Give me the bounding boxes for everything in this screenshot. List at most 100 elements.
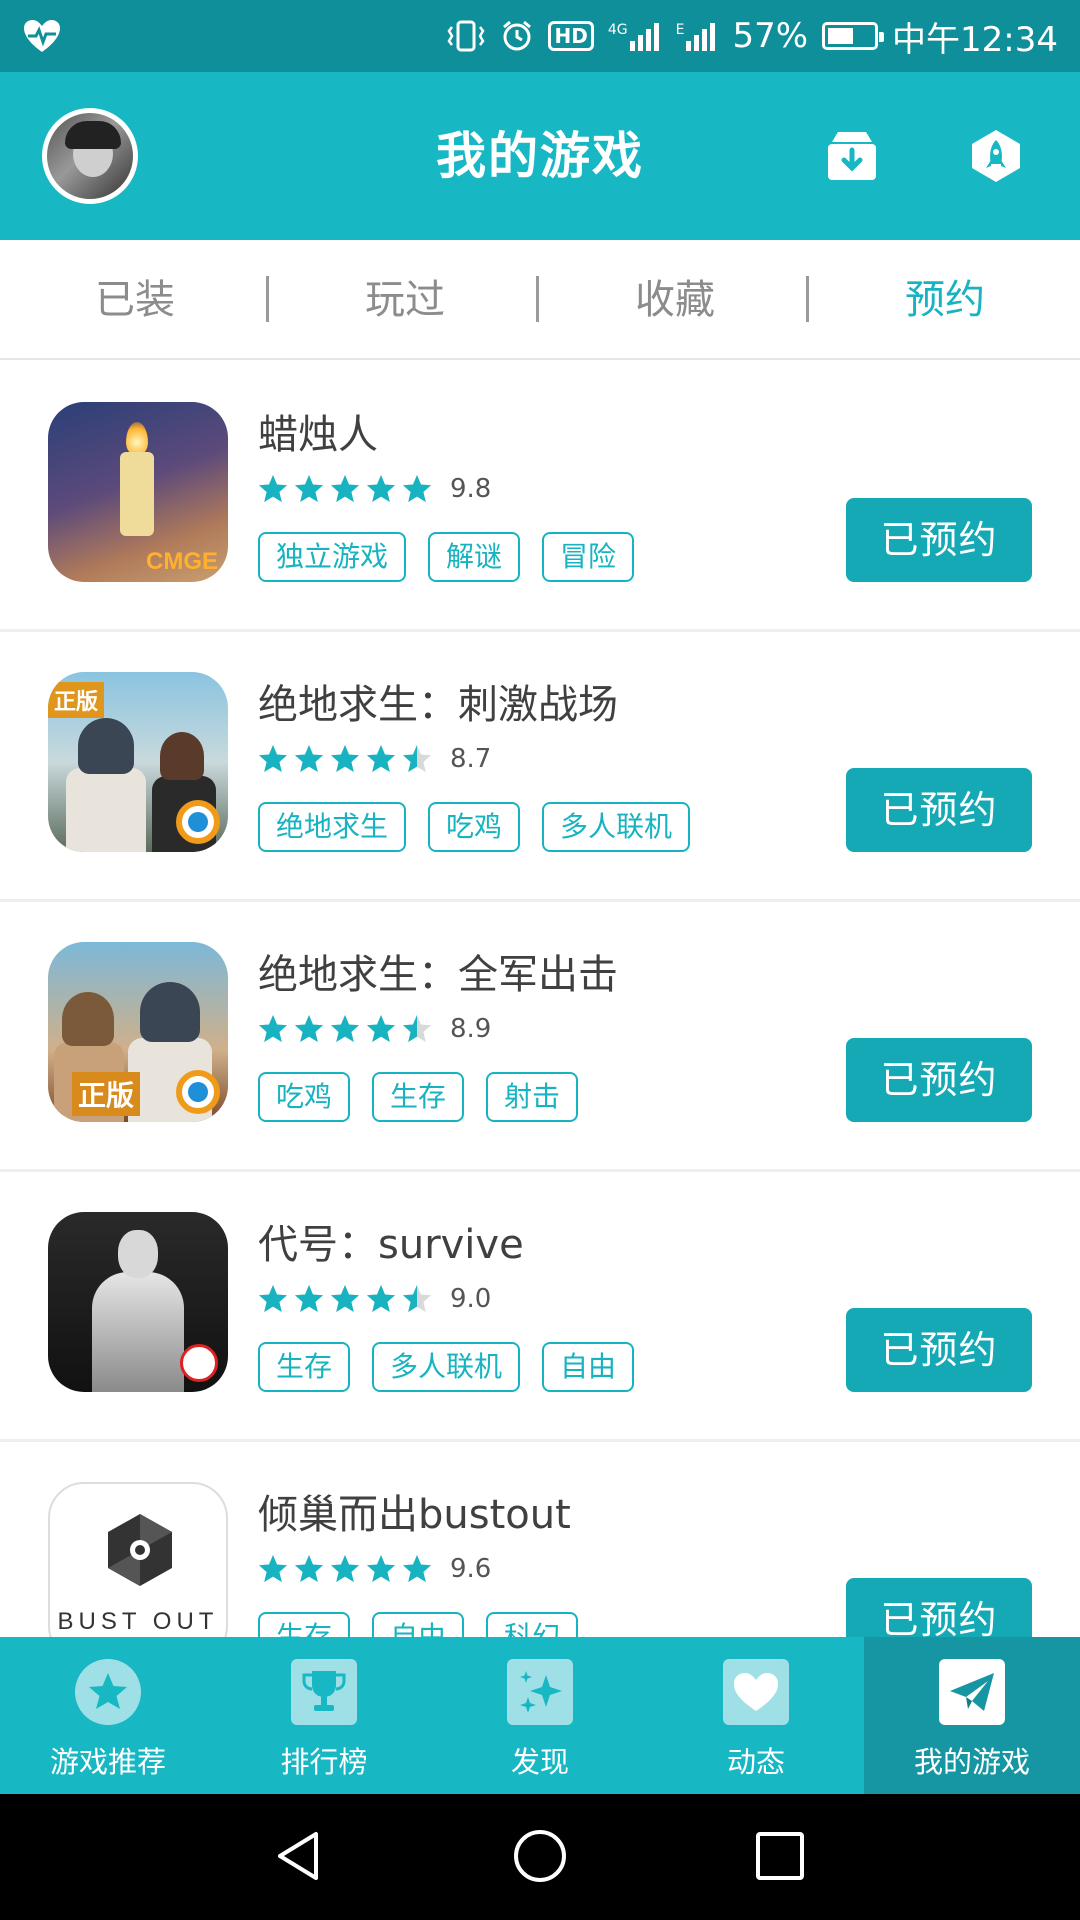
nav-label: 我的游戏 [913, 1745, 1030, 1779]
nav-label: 动态 [726, 1745, 785, 1779]
star-full-icon [331, 1285, 359, 1312]
publisher-logo: CMGE [146, 548, 218, 575]
icon-figure [66, 768, 146, 852]
tag[interactable]: 多人联机 [542, 802, 691, 852]
nav-label: 游戏推荐 [49, 1745, 166, 1779]
reserved-button[interactable]: 已预约 [846, 1038, 1032, 1122]
rocket-icon[interactable] [968, 128, 1024, 184]
tag[interactable]: 多人联机 [372, 1342, 521, 1392]
game-name[interactable]: 绝地求生：全军出击 [258, 942, 618, 1000]
game-icon-pubg-exhilarating[interactable]: 正版 [48, 942, 228, 1122]
vibrate-icon [446, 19, 486, 53]
tab-installed[interactable]: 已装 [0, 240, 270, 360]
rating-score: 9.0 [450, 1284, 492, 1314]
back-triangle-icon[interactable] [272, 1828, 328, 1884]
star-full-icon [259, 1555, 287, 1582]
tag[interactable]: 自由 [542, 1342, 635, 1392]
tab-divider [266, 276, 269, 322]
rating-score: 8.9 [450, 1014, 492, 1044]
official-badge: 正版 [48, 682, 105, 718]
star-rating [258, 474, 438, 504]
tag[interactable]: 吃鸡 [258, 1072, 351, 1122]
game-icon-bustout[interactable]: BUST OUT [48, 1482, 228, 1637]
hd-badge: HD [548, 21, 594, 51]
reserved-button[interactable]: 已预约 [846, 768, 1032, 852]
game-icon-survive[interactable] [48, 1212, 228, 1392]
list-item[interactable]: 正版 绝地求生：全军出击 8.9 吃鸡 生存 射击 已预约 [0, 902, 1080, 1172]
star-full-icon [367, 475, 395, 502]
game-name[interactable]: 代号：survive [258, 1212, 524, 1270]
star-rating [258, 1014, 438, 1044]
recents-square-icon[interactable] [752, 1828, 808, 1884]
tag[interactable]: 自由 [372, 1612, 465, 1637]
star-rating [258, 744, 438, 774]
nav-item-recommend[interactable]: 游戏推荐 [0, 1637, 216, 1794]
rating: 8.9 [258, 1012, 491, 1046]
game-name[interactable]: 蜡烛人 [258, 402, 378, 460]
netease-logo [180, 1344, 218, 1382]
star-icon [75, 1659, 141, 1725]
paper-plane-icon [939, 1659, 1005, 1725]
game-name[interactable]: 倾巢而出bustout [258, 1482, 571, 1540]
trophy-icon [291, 1659, 357, 1725]
list-item[interactable]: 代号：survive 9.0 生存 多人联机 自由 已预约 [0, 1172, 1080, 1442]
tag[interactable]: 生存 [372, 1072, 465, 1122]
avatar-hair [65, 121, 121, 149]
system-nav-bar [0, 1794, 1080, 1920]
tab-favorites[interactable]: 收藏 [540, 240, 810, 360]
game-list[interactable]: CMGE 蜡烛人 9.8 独立游戏 解谜 冒险 已预约 正版 绝地求生：刺激战场… [0, 362, 1080, 1637]
nav-item-my-games[interactable]: 我的游戏 [864, 1637, 1080, 1794]
star-half-icon [403, 1015, 431, 1042]
star-full-icon [367, 1015, 395, 1042]
avatar[interactable] [42, 108, 138, 204]
icon-helmet [62, 992, 114, 1046]
star-full-icon [403, 475, 431, 502]
rating: 9.0 [258, 1282, 491, 1316]
icon-silhouette-head [118, 1230, 158, 1278]
tag[interactable]: 吃鸡 [428, 802, 521, 852]
tag[interactable]: 解谜 [428, 532, 521, 582]
star-full-icon [295, 1555, 323, 1582]
star-full-icon [295, 475, 323, 502]
list-item[interactable]: CMGE 蜡烛人 9.8 独立游戏 解谜 冒险 已预约 [0, 362, 1080, 632]
tab-played[interactable]: 玩过 [270, 240, 540, 360]
reserved-button[interactable]: 已预约 [846, 1308, 1032, 1392]
home-circle-icon[interactable] [512, 1828, 568, 1884]
tab-divider [536, 276, 539, 322]
candle-flame [126, 422, 148, 456]
rating: 8.7 [258, 742, 491, 776]
list-item[interactable]: 正版 绝地求生：刺激战场 8.7 绝地求生 吃鸡 多人联机 已预约 [0, 632, 1080, 902]
reserved-button[interactable]: 已预约 [846, 1578, 1032, 1637]
tencent-logo [176, 1070, 220, 1114]
icon-helmet [78, 718, 134, 774]
download-box-icon[interactable] [824, 128, 880, 184]
tab-reserved[interactable]: 预约 [810, 240, 1080, 360]
game-icon-candleman[interactable]: CMGE [48, 402, 228, 582]
signal-4g-icon: 4G [608, 19, 662, 53]
icon-silhouette [92, 1272, 184, 1392]
tag[interactable]: 射击 [486, 1072, 579, 1122]
tag[interactable]: 绝地求生 [258, 802, 407, 852]
tag[interactable]: 科幻 [486, 1612, 579, 1637]
page-title: 我的游戏 [436, 127, 644, 185]
tag-list: 生存 多人联机 自由 [258, 1342, 635, 1392]
rating-score: 8.7 [450, 744, 492, 774]
nav-item-feed[interactable]: 动态 [648, 1637, 864, 1794]
tag[interactable]: 生存 [258, 1612, 351, 1637]
bustout-logo-icon [108, 1514, 172, 1586]
game-icon-pubg-mobile[interactable]: 正版 [48, 672, 228, 852]
reserved-button[interactable]: 已预约 [846, 498, 1032, 582]
nav-item-discover[interactable]: 发现 [432, 1637, 648, 1794]
rating: 9.8 [258, 472, 491, 506]
tag[interactable]: 独立游戏 [258, 532, 407, 582]
list-item[interactable]: BUST OUT 倾巢而出bustout 9.6 生存 自由 科幻 已预约 [0, 1442, 1080, 1637]
star-full-icon [259, 1015, 287, 1042]
tag[interactable]: 生存 [258, 1342, 351, 1392]
nav-label: 发现 [510, 1745, 569, 1779]
nav-item-ranking[interactable]: 排行榜 [216, 1637, 432, 1794]
tag[interactable]: 冒险 [542, 532, 635, 582]
star-full-icon [331, 1015, 359, 1042]
bottom-nav: 游戏推荐 排行榜 发现 动态 我的游戏 [0, 1637, 1080, 1794]
game-name[interactable]: 绝地求生：刺激战场 [258, 672, 618, 730]
tag-list: 绝地求生 吃鸡 多人联机 [258, 802, 691, 852]
